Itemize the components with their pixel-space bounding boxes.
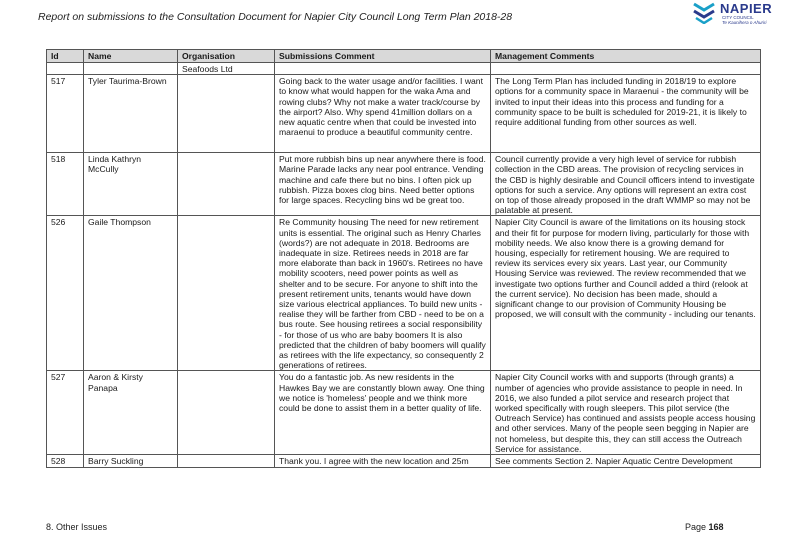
cell-management: The Long Term Plan has included funding …: [490, 74, 761, 154]
submissions-table: Id Name Organisation Submissions Comment…: [46, 49, 761, 469]
col-header-submission: Submissions Comment: [274, 49, 491, 63]
cell-organisation: [177, 370, 275, 456]
logo-subtitle: CITY COUNCIL Te Kaunihera o Ahuriri: [722, 15, 767, 25]
napier-waves-icon: [693, 2, 715, 24]
cell-organisation: [177, 152, 275, 217]
logo-name: NAPIER: [720, 1, 773, 16]
footer-page: Page 168: [685, 522, 724, 532]
cell-management: Napier City Council works with and suppo…: [490, 370, 761, 456]
table-row: 517 Tyler Taurima-Brown Going back to th…: [46, 74, 761, 154]
cell-id: [46, 61, 84, 76]
table-row: 518 Linda Kathryn McCully Put more rubbi…: [46, 152, 761, 217]
cell-name: Linda Kathryn McCully: [83, 152, 178, 217]
cell-management: Napier City Council is aware of the limi…: [490, 215, 761, 372]
table-header-row: Id Name Organisation Submissions Comment…: [46, 49, 761, 63]
cell-id: 528: [46, 454, 84, 469]
cell-id: 526: [46, 215, 84, 372]
cell-id: 518: [46, 152, 84, 217]
cell-management: See comments Section 2. Napier Aquatic C…: [490, 454, 761, 469]
cell-submission: Thank you. I agree with the new location…: [274, 454, 491, 469]
cell-submission: Going back to the water usage and/or fac…: [274, 74, 491, 154]
cell-organisation: [177, 215, 275, 372]
cell-organisation: [177, 454, 275, 469]
cell-name: Barry Suckling: [83, 454, 178, 469]
cell-submission: You do a fantastic job. As new residents…: [274, 370, 491, 456]
col-header-management: Management Comments: [490, 49, 761, 63]
cell-organisation: [177, 74, 275, 154]
table-row: 527 Aaron & Kirsty Panapa You do a fanta…: [46, 370, 761, 456]
table-row-carryover: Seafoods Ltd: [46, 61, 761, 76]
cell-id: 517: [46, 74, 84, 154]
footer-section: 8. Other Issues: [46, 522, 108, 532]
cell-name: Aaron & Kirsty Panapa: [83, 370, 178, 456]
cell-id: 527: [46, 370, 84, 456]
col-header-name: Name: [83, 49, 178, 63]
page-label: Page: [685, 522, 707, 532]
cell-submission: Re Community housing The need for new re…: [274, 215, 491, 372]
cell-name: Gaile Thompson: [83, 215, 178, 372]
col-header-id: Id: [46, 49, 84, 63]
cell-management: Council currently provide a very high le…: [490, 152, 761, 217]
cell-management: [490, 61, 761, 76]
col-header-organisation: Organisation: [177, 49, 275, 63]
cell-submission: [274, 61, 491, 76]
report-title: Report on submissions to the Consultatio…: [38, 11, 513, 23]
table-row: 526 Gaile Thompson Re Community housing …: [46, 215, 761, 372]
page-number: 168: [708, 522, 724, 532]
cell-name: [83, 61, 178, 76]
cell-organisation: Seafoods Ltd: [177, 61, 275, 76]
council-logo: NAPIER CITY COUNCIL Te Kaunihera o Ahuri…: [690, 0, 772, 30]
cell-submission: Put more rubbish bins up near anywhere t…: [274, 152, 491, 217]
cell-name: Tyler Taurima-Brown: [83, 74, 178, 154]
table-row: 528 Barry Suckling Thank you. I agree wi…: [46, 454, 761, 469]
